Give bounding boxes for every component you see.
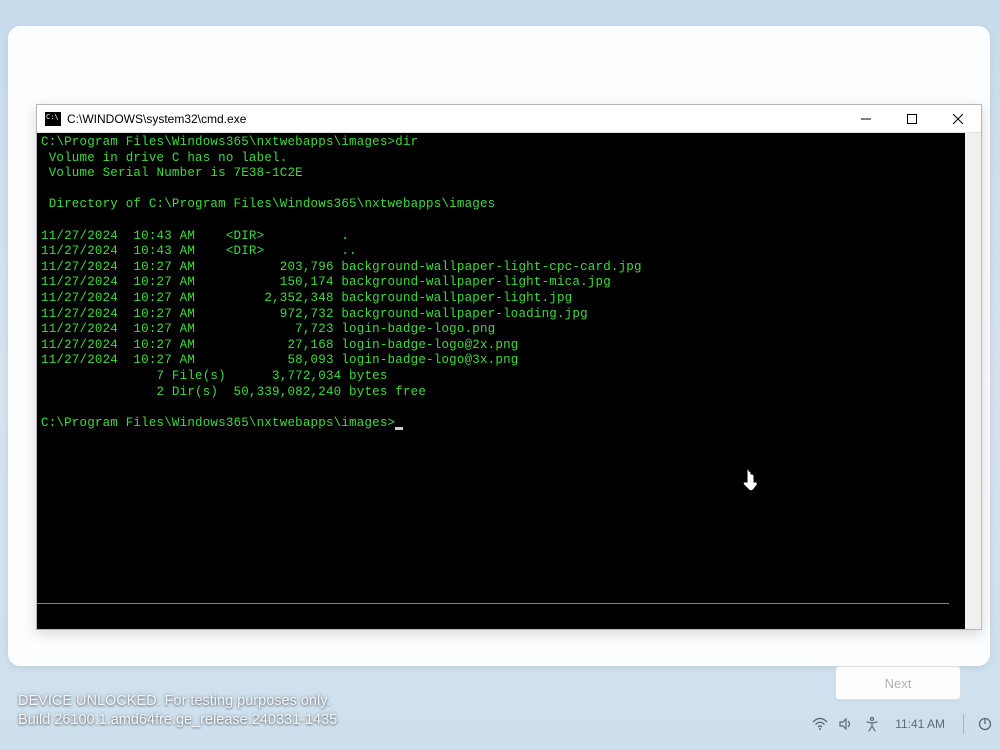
window-title: C:\WINDOWS\system32\cmd.exe (67, 112, 843, 126)
watermark-line2: Build 26100.1.amd64fre.ge_release.240331… (18, 711, 337, 730)
watermark: DEVICE UNLOCKED. For testing purposes on… (18, 692, 337, 730)
window-controls (843, 105, 981, 132)
cmd-icon (45, 112, 61, 126)
separator-line (37, 603, 949, 604)
minimize-button[interactable] (843, 105, 889, 132)
maximize-button[interactable] (889, 105, 935, 132)
watermark-line1: DEVICE UNLOCKED. For testing purposes on… (18, 692, 337, 711)
next-button[interactable]: Next (835, 666, 961, 700)
titlebar[interactable]: C:\WINDOWS\system32\cmd.exe (37, 105, 981, 133)
clock: 11:41 AM (895, 717, 945, 731)
system-tray: 11:41 AM (811, 714, 994, 734)
cmd-window[interactable]: C:\WINDOWS\system32\cmd.exe C:\Program F… (36, 104, 982, 630)
wifi-icon[interactable] (811, 715, 829, 733)
volume-icon[interactable] (837, 715, 855, 733)
close-button[interactable] (935, 105, 981, 132)
terminal-output[interactable]: C:\Program Files\Windows365\nxtwebapps\i… (37, 133, 981, 629)
power-icon[interactable] (976, 715, 994, 733)
tray-divider (963, 714, 964, 734)
accessibility-icon[interactable] (863, 715, 881, 733)
